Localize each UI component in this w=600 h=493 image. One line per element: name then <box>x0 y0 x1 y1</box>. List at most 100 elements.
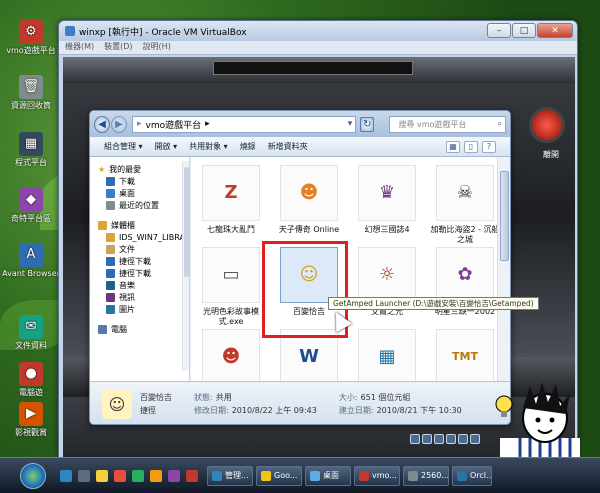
nav-computer-header[interactable]: 電腦 <box>98 323 189 335</box>
hdd-icon[interactable] <box>410 434 420 444</box>
taskbar-button[interactable]: 2560... <box>403 465 449 486</box>
folder-icon <box>106 200 115 210</box>
nav-item[interactable]: 捷徑下載 <box>106 255 189 267</box>
nav-favorites-header[interactable]: ★ 我的最愛 <box>98 163 189 175</box>
nav-item[interactable]: 視訊 <box>106 291 189 303</box>
nav-item-label: 捷徑下載 <box>119 256 151 266</box>
content-scrollbar[interactable] <box>497 157 510 381</box>
network-icon[interactable] <box>446 434 456 444</box>
desktop-icon[interactable]: ● 電腦遊 <box>2 362 60 398</box>
quicklaunch-folder-icon[interactable] <box>132 469 144 482</box>
taskbar-app-icon <box>261 470 271 481</box>
address-box[interactable]: ▸ vmo遊戲平台 ▸ ▾ <box>132 115 357 133</box>
desktop-icon[interactable]: 🗑 資源回收筒 <box>2 75 60 111</box>
quicklaunch-ie-icon[interactable] <box>60 469 72 482</box>
file-icon: ☻ <box>299 182 319 203</box>
breadcrumb-item[interactable]: vmo遊戲平台 <box>146 118 202 131</box>
help-icon[interactable]: ? <box>482 140 496 153</box>
cd-icon[interactable] <box>422 434 432 444</box>
forward-button[interactable]: ▶ <box>111 115 127 133</box>
view-icon[interactable]: ▦ <box>446 140 460 153</box>
taskbar-button[interactable]: Orcl... <box>452 465 492 486</box>
desktop-icon[interactable]: ✉ 文件資料 <box>2 315 60 351</box>
quicklaunch-smile-icon[interactable] <box>96 469 108 482</box>
quicklaunch-app-icon[interactable] <box>168 469 180 482</box>
desktop-icon[interactable]: ▶ 影視觀賞 <box>2 402 60 438</box>
open-button[interactable]: 開啟 ▾ <box>155 141 178 152</box>
search-icon: ⌕ <box>497 119 502 128</box>
taskbar-button[interactable]: 桌面 <box>305 465 351 486</box>
nav-label: 電腦 <box>111 324 127 334</box>
nav-label: 媒體櫃 <box>111 220 135 230</box>
taskbar-label: 桌面 <box>323 471 339 480</box>
new-folder-button[interactable]: 新增資料夾 <box>268 141 308 152</box>
file-item[interactable]: ☻ <box>195 329 267 381</box>
maximize-button[interactable]: □ <box>512 23 536 38</box>
taskbar-app-icon <box>310 470 320 481</box>
file-item[interactable]: ▦ <box>351 329 423 381</box>
guest-exit-button[interactable] <box>529 107 565 143</box>
quicklaunch-tool-icon[interactable] <box>186 469 198 482</box>
desktop-icon-image: ⚙ <box>19 20 43 44</box>
mouse-capture-icon[interactable] <box>470 434 480 444</box>
folder-icon <box>106 188 115 198</box>
start-button[interactable] <box>20 462 46 489</box>
nav-item[interactable]: 下載 <box>106 175 189 187</box>
usb-icon[interactable] <box>434 434 444 444</box>
file-item[interactable]: TMT <box>429 329 499 381</box>
menu-devices[interactable]: 裝置(D) <box>104 41 132 54</box>
chevron-down-icon[interactable]: ▾ <box>348 119 353 129</box>
vbox-titlebar[interactable]: winxp [執行中] - Oracle VM VirtualBox – □ ✕ <box>59 21 577 41</box>
quicklaunch-smiley-icon[interactable] <box>150 469 162 482</box>
file-icon: ✿ <box>457 264 473 285</box>
nav-libraries-header[interactable]: 媒體櫃 <box>98 219 189 231</box>
details-type: 捷徑 <box>140 406 156 415</box>
shared-folder-icon[interactable] <box>458 434 468 444</box>
nav-item[interactable]: 圖片 <box>106 303 189 315</box>
desktop-icon-label: 影視觀賞 <box>15 428 47 437</box>
file-item[interactable]: ▭ 光明色彩故事模式.exe <box>195 247 267 327</box>
menu-help[interactable]: 說明(H) <box>143 41 171 54</box>
details-created-label: 建立日期: <box>338 406 374 415</box>
file-item[interactable]: ♛ 幻想三國誌4 <box>351 165 423 235</box>
chevron-right-icon: ▸ <box>205 119 210 129</box>
desktop-icon[interactable]: ▦ 程式平台 <box>2 132 60 168</box>
details-status-label: 狀態: <box>194 393 213 402</box>
desktop-icon[interactable]: ⚙ vmo遊戲平台 <box>2 20 60 56</box>
desktop-icon[interactable]: A Avant Browser <box>2 243 60 279</box>
share-button[interactable]: 共用對象 ▾ <box>189 141 228 152</box>
folder-icon <box>106 232 115 242</box>
back-button[interactable]: ◀ <box>94 115 110 133</box>
menu-machine[interactable]: 機器(M) <box>65 41 94 54</box>
minimize-button[interactable]: – <box>487 23 511 38</box>
organize-button[interactable]: 組合管理 ▾ <box>104 141 143 152</box>
burn-button[interactable]: 燒錄 <box>240 141 256 152</box>
file-label: 光明色彩故事模式.exe <box>203 307 259 326</box>
nav-scrollbar[interactable] <box>182 161 189 371</box>
quicklaunch-desktop-icon[interactable] <box>78 469 90 482</box>
refresh-icon[interactable]: ↻ <box>360 116 375 132</box>
taskbar-button[interactable]: vmo... <box>354 465 400 486</box>
file-item[interactable]: ☠ 加勒比海盜2 - 沉船之城 <box>429 165 499 245</box>
nav-item[interactable]: IDS_WIN7_LIBRA <box>106 231 189 243</box>
nav-item[interactable]: 最近的位置 <box>106 199 189 211</box>
preview-pane-icon[interactable]: ▯ <box>464 140 478 153</box>
taskbar-button[interactable]: Goo... <box>256 465 302 486</box>
file-thumbnail: Z <box>202 165 260 221</box>
desktop-icon-label: 程式平台 <box>15 158 47 167</box>
file-item[interactable]: ☻ 天子傳奇 Online <box>273 165 345 235</box>
tooltip: GetAmped Launcher (D:\遊戲安裝\百變恰吉\Getamped… <box>328 297 539 310</box>
file-icon: W <box>299 346 319 367</box>
desktop-icon[interactable]: ◆ 奇特平台區 <box>2 188 60 224</box>
file-icon: ☠ <box>456 182 474 203</box>
nav-item[interactable]: 文件 <box>106 243 189 255</box>
nav-item[interactable]: 桌面 <box>106 187 189 199</box>
nav-item[interactable]: 捷徑下載 <box>106 267 189 279</box>
quicklaunch-media-icon[interactable] <box>114 469 126 482</box>
close-button[interactable]: ✕ <box>537 23 573 38</box>
taskbar-button[interactable]: 管理... <box>207 465 253 486</box>
desktop-icon-image: A <box>19 243 43 267</box>
nav-item[interactable]: 音樂 <box>106 279 189 291</box>
search-input[interactable]: 搜尋 vmo遊戲平台 ⌕ <box>389 115 506 133</box>
file-item[interactable]: Z 七龍珠大亂鬥 <box>195 165 267 235</box>
